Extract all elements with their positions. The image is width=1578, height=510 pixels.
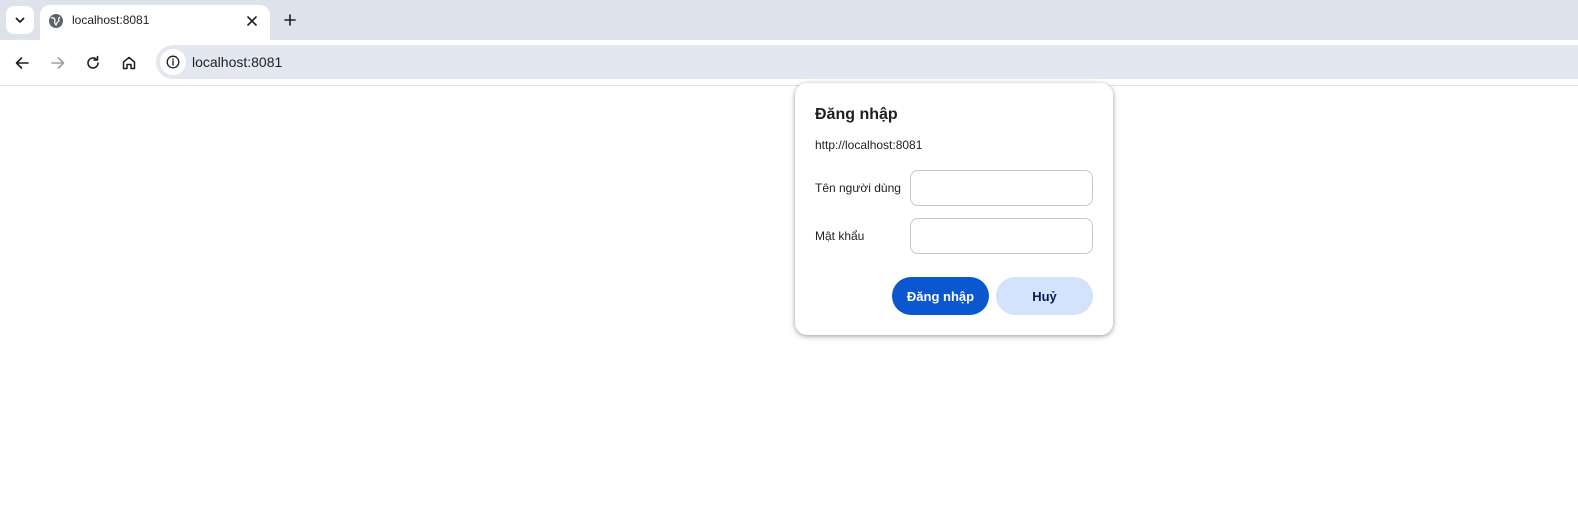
close-icon (247, 16, 257, 26)
home-icon (122, 56, 136, 70)
plus-icon (284, 14, 296, 26)
back-button[interactable] (9, 50, 35, 76)
reload-icon (87, 55, 99, 69)
tab-title: localhost:8081 (72, 13, 150, 27)
dialog-title: Đăng nhập (815, 106, 898, 123)
site-info-button[interactable] (160, 49, 186, 75)
username-label: Tên người dùng (815, 181, 901, 195)
forward-button[interactable] (45, 50, 71, 76)
chevron-down-icon (15, 17, 25, 23)
close-tab-button[interactable] (242, 11, 262, 31)
sign-in-button[interactable]: Đăng nhập (892, 277, 989, 315)
password-input[interactable] (910, 218, 1093, 254)
sign-in-dialog: Đăng nhập http://localhost:8081 Tên ngườ… (795, 83, 1113, 335)
arrow-right-icon (51, 57, 65, 69)
home-button[interactable] (116, 50, 142, 76)
globe-icon (49, 14, 63, 28)
address-bar[interactable]: localhost:8081 (156, 45, 1578, 79)
cancel-button[interactable]: Huỷ (996, 277, 1093, 315)
username-input[interactable] (910, 170, 1093, 206)
arrow-left-icon (15, 57, 29, 69)
dialog-origin: http://localhost:8081 (815, 138, 923, 152)
tab-search-button[interactable] (6, 6, 34, 34)
tab-strip: localhost:8081 (0, 0, 1578, 40)
password-label: Mật khẩu (815, 229, 865, 243)
browser-tab[interactable]: localhost:8081 (40, 5, 270, 40)
reload-button[interactable] (80, 50, 106, 76)
browser-toolbar: localhost:8081 (0, 40, 1578, 86)
info-icon (166, 55, 180, 69)
url-text[interactable]: localhost:8081 (192, 54, 282, 70)
new-tab-button[interactable] (278, 8, 302, 32)
